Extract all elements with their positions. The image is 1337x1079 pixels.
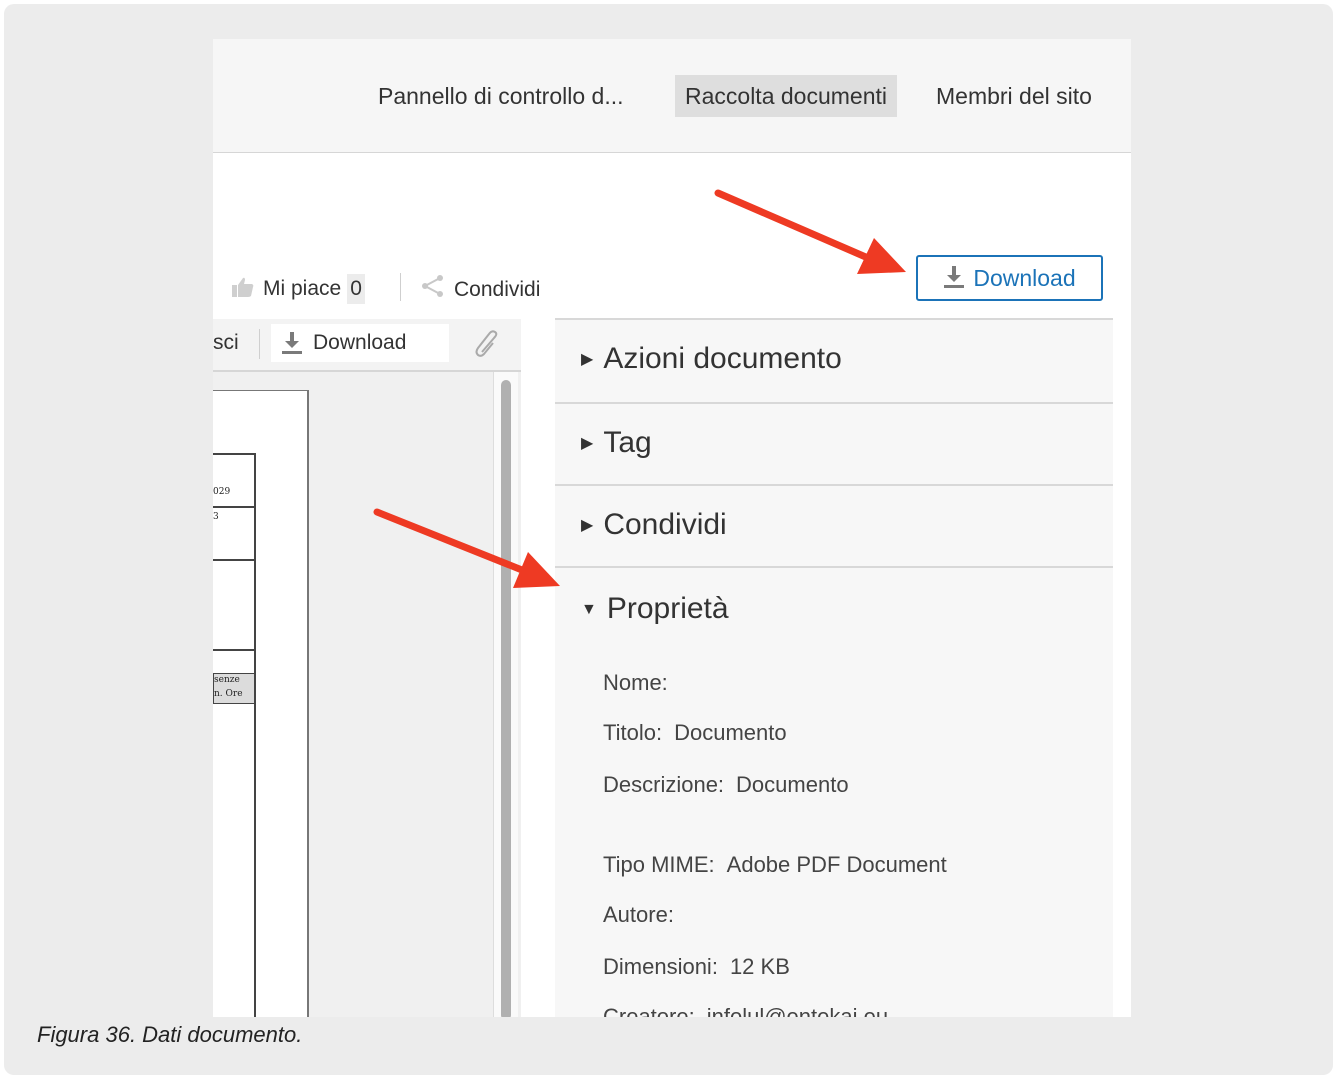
annotation-arrows xyxy=(373,189,906,588)
arrow-icon xyxy=(373,508,560,588)
arrow-icon xyxy=(714,189,906,274)
figure-caption: Figura 36. Dati documento. xyxy=(37,1022,303,1047)
figure-frame: Pannello di controllo d... Raccolta docu… xyxy=(4,4,1333,1075)
